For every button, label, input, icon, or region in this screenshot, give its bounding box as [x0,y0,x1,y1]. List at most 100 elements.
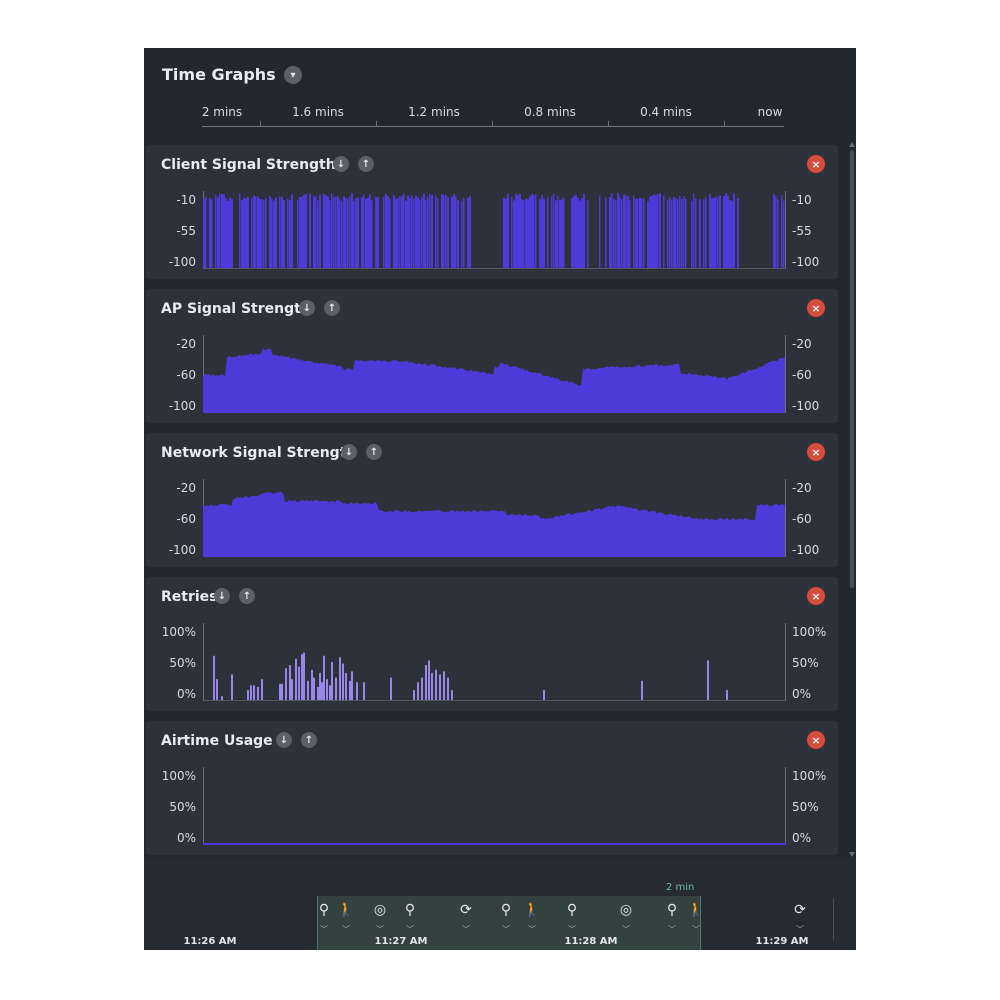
signal-bar [575,194,577,269]
collapse-toggle-button[interactable]: ▾ [284,66,302,84]
walking-icon[interactable]: 🚶 [523,902,540,918]
move-up-button[interactable]: ↑ [366,444,382,460]
move-down-button[interactable]: ↓ [214,588,230,604]
move-up-button[interactable]: ↑ [239,588,255,604]
signal-bar [241,200,243,269]
arrow-up-icon: ↑ [304,734,314,746]
retry-spike [425,665,427,701]
signal-area [203,347,785,413]
signal-bar [617,193,619,269]
retry-spike [321,682,323,701]
search-icon[interactable]: ⚲ [501,902,511,918]
signal-bar [253,195,255,269]
move-down-button[interactable]: ↓ [299,300,315,316]
walking-icon[interactable]: 🚶 [337,902,354,918]
signal-bar [221,193,223,269]
signal-bar [315,196,317,269]
signal-bar [367,197,369,269]
search-icon[interactable]: ⚲ [405,902,415,918]
search-icon[interactable]: ⚲ [667,902,677,918]
refresh-icon[interactable]: ⟳ [460,902,472,918]
retry-spike [413,690,415,701]
retry-spike [301,654,303,701]
retry-spike [417,682,419,701]
retry-spike [313,677,315,701]
signal-bar [733,193,735,269]
signal-bar [653,194,655,269]
signal-bar [205,196,207,269]
arrow-down-icon: ↓ [336,158,346,170]
signal-bar [395,198,397,269]
ruler-tick [608,121,609,127]
signal-bar [629,200,631,269]
event-timeline[interactable]: 2 min ⚲ ﹀ 🚶 ﹀ ◎ ﹀ ⚲ ﹀ ⟳ ﹀ ⚲ ﹀ 🚶 ﹀ ⚲ ﹀ ◎ ﹀ ⚲ ﹀ 🚶 ﹀ ⟳ ﹀ 11:26 AM 11… [144,858,856,950]
scroll-up-arrow[interactable] [849,142,855,147]
signal-bar [625,195,627,269]
chevron-down-icon: ﹀ [568,925,576,934]
move-down-button[interactable]: ↓ [341,444,357,460]
signal-icon[interactable]: ◎ [620,902,632,918]
signal-bar [297,199,299,269]
plot-area [203,191,786,269]
move-down-button[interactable]: ↓ [276,732,292,748]
close-panel-button[interactable]: × [807,443,825,461]
close-panel-button[interactable]: × [807,299,825,317]
plot-svg [203,335,786,413]
move-down-button[interactable]: ↓ [333,156,349,172]
signal-bar [543,198,545,269]
move-up-button[interactable]: ↑ [301,732,317,748]
walking-icon[interactable]: 🚶 [687,902,704,918]
signal-bar [783,200,785,269]
y-axis-label-left: 50% [169,800,196,814]
signal-bar [387,196,389,269]
signal-bar [209,197,211,269]
signal-bar [673,196,675,269]
signal-bar [325,195,327,269]
move-up-button[interactable]: ↑ [358,156,374,172]
signal-bar [257,196,259,269]
signal-icon[interactable]: ◎ [374,902,386,918]
signal-bar [343,196,345,269]
signal-bar [709,194,711,269]
signal-bar [355,198,357,269]
signal-bar [393,195,395,269]
signal-bar [605,197,607,269]
search-icon[interactable]: ⚲ [567,902,577,918]
close-panel-button[interactable]: × [807,587,825,605]
signal-bar [443,194,445,269]
signal-bar [351,193,353,269]
signal-bar [335,196,337,269]
scroll-down-arrow[interactable] [849,852,855,857]
signal-bar [247,196,249,269]
signal-bar [639,197,641,269]
graph-panel: Airtime Usage ↓ ↑ × 100% 100% 50% 50% 0% 0% [146,721,838,855]
close-panel-button[interactable]: × [807,155,825,173]
graph-panel: Network Signal Strength ↓ ↑ × -20 -20 -60 -60 -1… [146,433,838,567]
signal-bar [613,198,615,269]
ruler-label: 0.8 mins [524,105,576,119]
signal-bar [435,195,437,269]
move-up-button[interactable]: ↑ [324,300,340,316]
signal-bar [669,197,671,269]
signal-bar [775,196,777,269]
signal-bar [231,199,233,269]
signal-bar [405,200,407,269]
signal-bar [347,199,349,269]
search-icon[interactable]: ⚲ [319,902,329,918]
retry-spike [253,685,255,701]
ruler-tick [260,121,261,127]
y-axis-label-right: -100 [792,255,820,269]
signal-bar [713,197,715,269]
scrollbar[interactable] [850,150,854,588]
signal-bar [323,193,325,269]
signal-bar [377,197,379,269]
signal-bar [703,199,705,269]
signal-bar [313,196,315,269]
signal-bar [577,197,579,269]
y-axis-label-left: -20 [176,337,196,351]
signal-bar [303,194,305,269]
close-panel-button[interactable]: × [807,731,825,749]
signal-bar [211,199,213,269]
signal-bar [331,193,333,269]
refresh-icon[interactable]: ⟳ [794,902,806,918]
